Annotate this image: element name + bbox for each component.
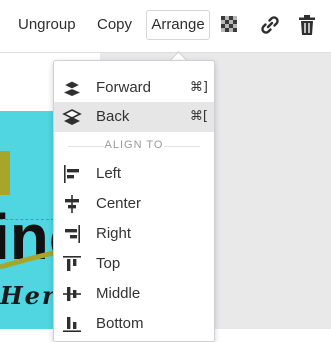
menu-item-label: Left [96, 165, 122, 182]
trash-icon[interactable] [297, 14, 319, 36]
align-bottom-icon [62, 314, 82, 334]
link-icon[interactable] [259, 14, 281, 36]
menu-item-label: Right [96, 225, 132, 242]
shortcut-label: ⌘[ [189, 109, 208, 124]
divider [164, 146, 200, 147]
menu-item-align-center[interactable]: Center [54, 189, 214, 219]
bring-forward-icon [62, 78, 82, 98]
align-middle-icon [62, 284, 82, 304]
menu-item-label: Middle [96, 285, 141, 302]
menu-item-label: Forward [96, 79, 152, 96]
section-title: ALIGN TO [104, 139, 164, 151]
menu-item-align-right[interactable]: Right [54, 219, 214, 249]
menu-item-align-left[interactable]: Left [54, 159, 214, 189]
align-to-section-header: ALIGN TO [54, 139, 214, 153]
shortcut-label: ⌘] [189, 80, 208, 95]
menu-item-forward[interactable]: Forward ⌘] [54, 73, 214, 103]
arrange-menu: Forward ⌘] Back ⌘[ ALIGN TO Left Center … [53, 60, 215, 342]
menu-item-label: Back [96, 108, 130, 125]
menu-item-label: Top [96, 255, 121, 272]
send-back-icon [62, 107, 82, 127]
menu-item-label: Center [96, 195, 142, 212]
align-left-icon [62, 164, 82, 184]
menu-item-align-middle[interactable]: Middle [54, 279, 214, 309]
menu-item-label: Bottom [96, 315, 144, 332]
menu-item-align-top[interactable]: Top [54, 249, 214, 279]
copy-button[interactable]: Copy [97, 11, 132, 39]
editor-toolbar: Ungroup Copy Arrange [0, 0, 331, 53]
menu-item-align-bottom[interactable]: Bottom [54, 309, 214, 339]
align-top-icon [62, 254, 82, 274]
arrange-button[interactable]: Arrange [146, 10, 210, 40]
divider [68, 146, 104, 147]
align-right-icon [62, 224, 82, 244]
olive-shape[interactable] [0, 151, 10, 195]
menu-item-back[interactable]: Back ⌘[ [54, 102, 214, 132]
align-center-icon [62, 194, 82, 214]
transparency-icon[interactable] [219, 14, 241, 36]
ungroup-button[interactable]: Ungroup [18, 11, 76, 39]
